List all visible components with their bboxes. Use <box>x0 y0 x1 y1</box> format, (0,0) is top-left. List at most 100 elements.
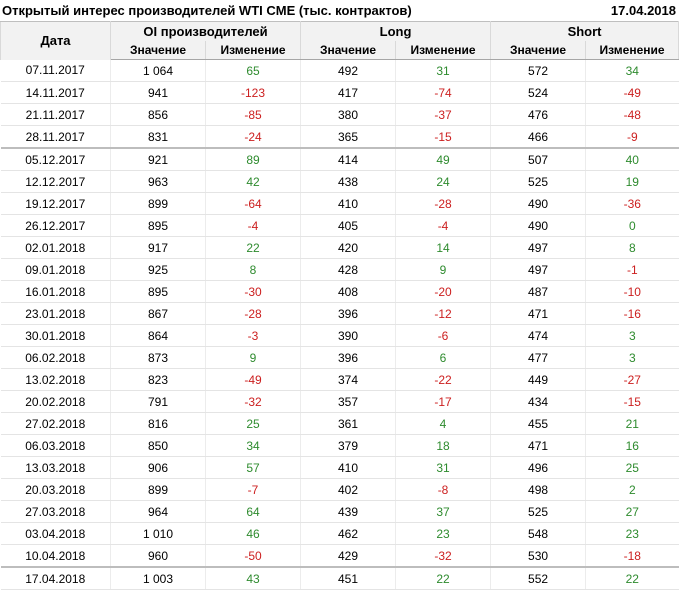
group-header-oi: OI производителей <box>109 21 302 41</box>
long-change-cell: -12 <box>395 302 491 325</box>
oi-change-cell: 22 <box>204 236 301 259</box>
open-interest-table: Дата OI производителей Long Short Значен… <box>0 21 680 590</box>
oi-value-cell: 895 <box>110 280 206 303</box>
long-value-cell: 357 <box>300 390 396 413</box>
short-change-cell: -36 <box>585 192 679 215</box>
oi-change-cell: -50 <box>204 544 301 568</box>
short-value-cell: 474 <box>490 324 586 347</box>
long-value-cell: 439 <box>300 500 396 523</box>
short-change-cell: -9 <box>585 125 679 149</box>
long-change-cell: -15 <box>395 125 491 149</box>
report-page: Открытый интерес производителей WTI CME … <box>0 0 680 590</box>
short-value-cell: 530 <box>490 544 586 568</box>
long-value-cell: 438 <box>300 170 396 193</box>
long-change-cell: -4 <box>395 214 491 237</box>
date-cell: 16.01.2018 <box>0 280 111 303</box>
long-change-cell: 37 <box>395 500 491 523</box>
oi-change-cell: 57 <box>204 456 301 479</box>
long-value-cell: 429 <box>300 544 396 568</box>
short-change-cell: -16 <box>585 302 679 325</box>
oi-value-cell: 856 <box>110 103 206 126</box>
oi-change-cell: 43 <box>204 566 301 590</box>
long-value-cell: 380 <box>300 103 396 126</box>
oi-change-cell: -123 <box>204 81 301 104</box>
date-cell: 23.01.2018 <box>0 302 111 325</box>
table-row: 05.12.2017 921 89 414 49 507 40 <box>0 147 679 171</box>
short-change-cell: -15 <box>585 390 679 413</box>
oi-change-cell: -3 <box>204 324 301 347</box>
oi-value-cell: 925 <box>110 258 206 281</box>
table-row: 03.04.2018 1 010 46 462 23 548 23 <box>0 522 679 545</box>
date-cell: 28.11.2017 <box>0 125 111 149</box>
table-row: 10.04.2018 960 -50 429 -32 530 -18 <box>0 544 679 568</box>
subheader-short-change: Изменение <box>585 41 680 60</box>
short-value-cell: 434 <box>490 390 586 413</box>
long-change-cell: 49 <box>395 147 491 171</box>
oi-change-cell: -64 <box>204 192 301 215</box>
oi-change-cell: 9 <box>204 346 301 369</box>
short-value-cell: 524 <box>490 81 586 104</box>
oi-change-cell: 25 <box>204 412 301 435</box>
short-change-cell: -1 <box>585 258 679 281</box>
table-row: 21.11.2017 856 -85 380 -37 476 -48 <box>0 103 679 126</box>
short-value-cell: 497 <box>490 258 586 281</box>
long-value-cell: 405 <box>300 214 396 237</box>
oi-value-cell: 1 010 <box>110 522 206 545</box>
oi-change-cell: -30 <box>204 280 301 303</box>
oi-value-cell: 963 <box>110 170 206 193</box>
oi-change-cell: 46 <box>204 522 301 545</box>
date-cell: 21.11.2017 <box>0 103 111 126</box>
date-cell: 07.11.2017 <box>0 59 111 82</box>
long-change-cell: -32 <box>395 544 491 568</box>
short-value-cell: 498 <box>490 478 586 501</box>
short-change-cell: 19 <box>585 170 679 193</box>
short-change-cell: 23 <box>585 522 679 545</box>
table-body: 07.11.2017 1 064 65 492 31 572 34 14.11.2017 941… <box>0 59 679 590</box>
table-row: 17.04.2018 1 003 43 451 22 552 22 <box>0 566 679 590</box>
table-row: 02.01.2018 917 22 420 14 497 8 <box>0 236 679 259</box>
subheader-short-value: Значение <box>490 41 587 60</box>
title-bar: Открытый интерес производителей WTI CME … <box>0 0 680 22</box>
oi-value-cell: 1 003 <box>110 566 206 590</box>
date-cell: 06.03.2018 <box>0 434 111 457</box>
long-change-cell: 18 <box>395 434 491 457</box>
table-row: 27.02.2018 816 25 361 4 455 21 <box>0 412 679 435</box>
table-row: 13.02.2018 823 -49 374 -22 449 -27 <box>0 368 679 391</box>
oi-change-cell: -28 <box>204 302 301 325</box>
short-change-cell: 40 <box>585 147 679 171</box>
short-change-cell: 21 <box>585 412 679 435</box>
table-row: 30.01.2018 864 -3 390 -6 474 3 <box>0 324 679 347</box>
long-change-cell: -8 <box>395 478 491 501</box>
short-value-cell: 497 <box>490 236 586 259</box>
date-cell: 19.12.2017 <box>0 192 111 215</box>
long-change-cell: 23 <box>395 522 491 545</box>
long-value-cell: 451 <box>300 566 396 590</box>
short-change-cell: 2 <box>585 478 679 501</box>
short-value-cell: 487 <box>490 280 586 303</box>
table-row: 23.01.2018 867 -28 396 -12 471 -16 <box>0 302 679 325</box>
oi-value-cell: 791 <box>110 390 206 413</box>
long-value-cell: 379 <box>300 434 396 457</box>
table-row: 14.11.2017 941 -123 417 -74 524 -49 <box>0 81 679 104</box>
long-value-cell: 462 <box>300 522 396 545</box>
oi-value-cell: 823 <box>110 368 206 391</box>
col-header-date: Дата <box>0 21 111 60</box>
long-value-cell: 410 <box>300 192 396 215</box>
long-change-cell: -74 <box>395 81 491 104</box>
short-change-cell: 16 <box>585 434 679 457</box>
oi-value-cell: 917 <box>110 236 206 259</box>
short-value-cell: 507 <box>490 147 586 171</box>
date-cell: 13.02.2018 <box>0 368 111 391</box>
long-value-cell: 428 <box>300 258 396 281</box>
date-cell: 20.02.2018 <box>0 390 111 413</box>
long-value-cell: 374 <box>300 368 396 391</box>
long-change-cell: 24 <box>395 170 491 193</box>
report-date: 17.04.2018 <box>610 3 676 18</box>
long-value-cell: 410 <box>300 456 396 479</box>
oi-change-cell: -24 <box>204 125 301 149</box>
long-value-cell: 408 <box>300 280 396 303</box>
oi-change-cell: -4 <box>204 214 301 237</box>
date-cell: 13.03.2018 <box>0 456 111 479</box>
short-change-cell: 3 <box>585 346 679 369</box>
date-cell: 09.01.2018 <box>0 258 111 281</box>
